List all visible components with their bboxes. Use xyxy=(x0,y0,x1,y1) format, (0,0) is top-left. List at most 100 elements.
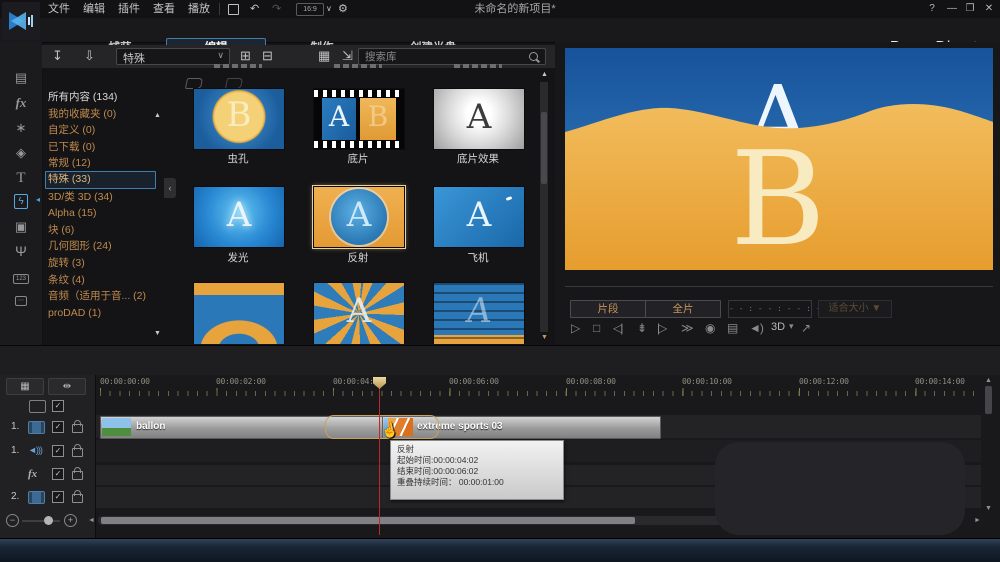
category-alpha[interactable]: Alpha (15) xyxy=(48,206,152,221)
grid-scrollbar-thumb[interactable] xyxy=(541,112,547,184)
pip-objects-room-icon[interactable]: ∗ xyxy=(0,120,42,136)
category-general[interactable]: 常规 (12) xyxy=(48,156,152,171)
play-button[interactable]: ▷ xyxy=(571,321,580,335)
3d-caret-icon[interactable]: ▾ xyxy=(789,321,794,332)
list-scroll-up-icon[interactable]: ▲ xyxy=(154,112,161,119)
grid-view-icon[interactable]: ▦ xyxy=(318,48,330,64)
previous-frame-button[interactable]: ◁| xyxy=(613,321,621,335)
category-geometric[interactable]: 几何图形 (24) xyxy=(48,239,152,254)
timeline-scroll-down-icon[interactable]: ▼ xyxy=(985,505,992,512)
zoom-in-button[interactable]: + xyxy=(64,514,77,527)
video2-lock-icon[interactable] xyxy=(72,494,83,503)
timeline-scroll-right-icon[interactable]: ► xyxy=(974,517,981,524)
master-track-checkbox[interactable]: ✓ xyxy=(52,400,64,412)
import-media-icon[interactable]: ↧ xyxy=(52,48,63,64)
category-all[interactable]: 所有内容 (134) xyxy=(48,90,152,105)
category-rotate[interactable]: 旋转 (3) xyxy=(48,256,152,271)
timeline-scroll-left-icon[interactable]: ◄ xyxy=(88,517,95,524)
audio1-lock-icon[interactable] xyxy=(72,448,83,457)
transition-thumbnail[interactable]: B xyxy=(193,88,285,150)
video1-lock-icon[interactable] xyxy=(72,424,83,433)
transition-thumbnail[interactable]: A B xyxy=(313,88,405,150)
stop-button[interactable]: □ xyxy=(593,321,600,335)
aspect-caret-icon[interactable]: ∨ xyxy=(326,0,332,18)
clip-mode-button[interactable]: 片段 xyxy=(570,300,646,318)
fx-lock-icon[interactable] xyxy=(72,471,83,480)
zoom-slider-thumb[interactable] xyxy=(44,516,53,525)
settings-gear-icon[interactable]: ⚙ xyxy=(338,0,348,18)
aspect-ratio-selector[interactable]: 16:9 xyxy=(296,3,324,16)
audio1-enable-checkbox[interactable]: ✓ xyxy=(52,445,64,457)
timeline-scroll-up-icon[interactable]: ▲ xyxy=(985,377,992,384)
save-icon[interactable] xyxy=(228,4,239,15)
fit-timeline-button[interactable]: ⇹ xyxy=(48,378,86,395)
menu-edit[interactable]: 编辑 xyxy=(77,0,111,18)
list-scroll-down-icon[interactable]: ▼ xyxy=(154,330,161,337)
volume-button[interactable]: ◄) xyxy=(749,321,763,335)
category-custom[interactable]: 自定义 (0) xyxy=(48,123,152,138)
preview-window-button[interactable]: ▤ xyxy=(727,321,738,335)
category-prodad[interactable]: proDAD (1) xyxy=(48,306,152,321)
category-3d[interactable]: 3D/类 3D (34) xyxy=(48,190,152,205)
timeline-hscroll-thumb[interactable] xyxy=(101,517,635,524)
ruler-label: 00:00:06:00 xyxy=(449,377,499,386)
menu-play[interactable]: 播放 xyxy=(182,0,216,18)
menu-file[interactable]: 文件 xyxy=(42,0,76,18)
effect-room-icon[interactable]: fx xyxy=(0,95,42,111)
menu-view[interactable]: 查看 xyxy=(147,0,181,18)
fast-forward-button[interactable]: ≫ xyxy=(681,321,694,335)
movie-mode-button[interactable]: 全片 xyxy=(645,300,721,318)
transition-thumbnail[interactable]: A xyxy=(193,186,285,248)
category-filter-dropdown[interactable]: 特殊 ∨ xyxy=(116,48,230,65)
chapter-room-icon[interactable]: 123 xyxy=(0,268,42,284)
track-manager-button[interactable]: ▦ xyxy=(6,378,44,395)
category-audio[interactable]: 音频（适用于音... (2) xyxy=(48,289,152,304)
particle-room-icon[interactable]: ◈ xyxy=(0,145,42,161)
restore-button[interactable]: ❐ xyxy=(962,0,978,18)
zoom-out-button[interactable]: − xyxy=(6,514,19,527)
3d-mode-button[interactable]: 3D xyxy=(771,321,785,333)
transition-thumbnail-partial[interactable]: A xyxy=(313,282,405,344)
transition-thumbnail-selected[interactable]: A xyxy=(313,186,405,248)
video1-enable-checkbox[interactable]: ✓ xyxy=(52,421,64,433)
next-frame-button[interactable]: |▷ xyxy=(657,321,665,335)
thumbnail-size-icon[interactable]: ⇲ xyxy=(342,48,353,64)
undo-icon[interactable]: ↶ xyxy=(250,0,259,18)
media-room-icon[interactable]: ▤ xyxy=(0,70,42,86)
snapshot-button[interactable]: ◉ xyxy=(705,321,715,335)
category-block[interactable]: 块 (6) xyxy=(48,223,152,238)
zoom-slider-track[interactable] xyxy=(22,520,60,522)
category-special[interactable]: 特殊 (33) xyxy=(48,172,152,187)
grid-scroll-down-icon[interactable]: ▼ xyxy=(541,334,548,341)
category-stripes[interactable]: 条纹 (4) xyxy=(48,273,152,288)
timecode-display[interactable]: - - : - - : - - : - - xyxy=(728,300,812,318)
transition-thumbnail[interactable]: A xyxy=(433,88,525,150)
transition-thumbnail-partial[interactable]: A xyxy=(433,282,525,344)
library-search-box[interactable] xyxy=(358,48,546,65)
minimize-button[interactable]: — xyxy=(944,0,960,18)
close-button[interactable]: ✕ xyxy=(981,0,997,18)
collapse-panel-button[interactable]: ‹ xyxy=(164,178,176,198)
hand-cursor: ☝ xyxy=(379,420,400,440)
title-room-icon[interactable]: T xyxy=(0,170,42,187)
help-button[interactable]: ? xyxy=(924,0,940,18)
transition-thumbnail-partial[interactable] xyxy=(193,282,285,344)
step-button[interactable]: ⇟ xyxy=(637,321,647,335)
voiceover-room-icon[interactable]: Ψ xyxy=(0,243,42,259)
audio-mixing-room-icon[interactable]: ▣ xyxy=(0,219,42,235)
timeline-vscroll-thumb[interactable] xyxy=(985,386,992,414)
transition-thumbnail[interactable]: A xyxy=(433,186,525,248)
clip-label: ballon xyxy=(136,421,165,432)
search-input[interactable] xyxy=(363,49,527,65)
category-favorites[interactable]: 我的收藏夹 (0) xyxy=(48,107,152,122)
category-downloaded[interactable]: 已下载 (0) xyxy=(48,140,152,155)
subtitle-room-icon[interactable]: ⋯ xyxy=(0,290,42,306)
video2-enable-checkbox[interactable]: ✓ xyxy=(52,491,64,503)
menu-plugins[interactable]: 插件 xyxy=(112,0,146,18)
new-folder-icon[interactable]: ⊞ xyxy=(240,48,251,64)
ruler-minor-ticks[interactable] xyxy=(100,391,980,396)
grid-scroll-up-icon[interactable]: ▲ xyxy=(541,71,548,78)
search-icon[interactable] xyxy=(529,52,538,61)
undock-button[interactable]: ↗ xyxy=(801,321,811,335)
fx-enable-checkbox[interactable]: ✓ xyxy=(52,468,64,480)
